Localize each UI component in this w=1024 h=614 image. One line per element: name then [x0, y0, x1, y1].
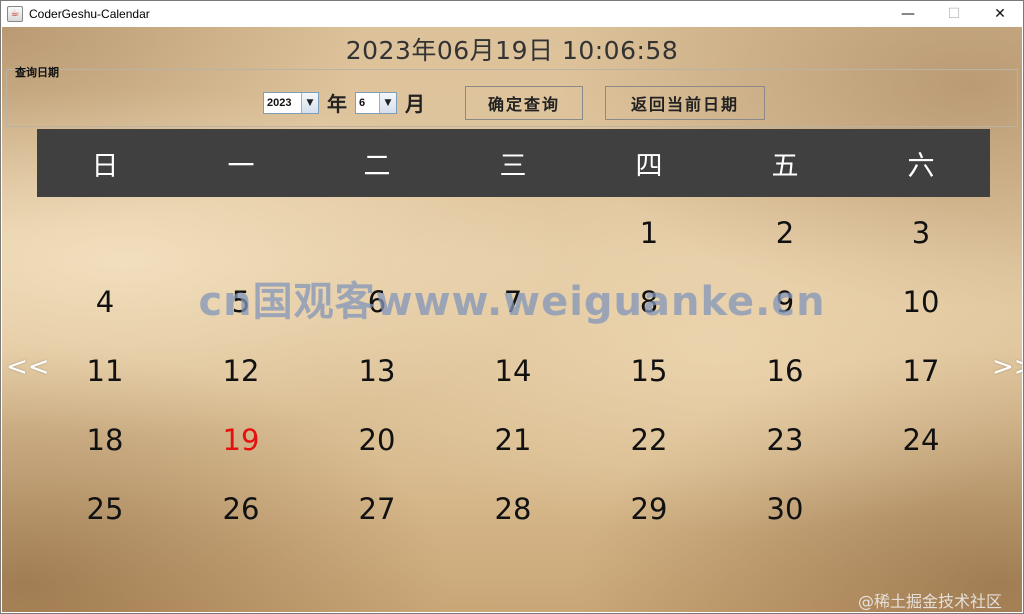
credit-watermark: @稀土掘金技术社区	[857, 592, 1002, 611]
day-cell[interactable]: 28	[445, 479, 581, 539]
day-cell[interactable]: 21	[445, 410, 581, 470]
weekday-label: 六	[907, 150, 935, 182]
year-select-value: 2023	[267, 97, 292, 109]
month-select[interactable]: 6 ▼	[355, 92, 397, 114]
day-cell[interactable]: 6	[309, 272, 445, 332]
app-window: ☕ CoderGeshu-Calendar — ☐ ✕ 2023年06月19日 …	[0, 0, 1024, 614]
month-select-value: 6	[359, 97, 366, 109]
day-cell[interactable]: 2	[717, 203, 853, 263]
query-panel-title: 查询日期	[15, 66, 59, 79]
day-cell[interactable]: 5	[173, 272, 309, 332]
day-cell[interactable]: 1	[581, 203, 717, 263]
next-month-button[interactable]: >>	[992, 352, 1023, 382]
return-today-button[interactable]: 返回当前日期	[605, 86, 765, 120]
day-cell[interactable]: 11	[37, 341, 173, 401]
day-cell[interactable]: 9	[717, 272, 853, 332]
day-cell[interactable]: 25	[37, 479, 173, 539]
weekday-label: 四	[635, 150, 663, 182]
minimize-button[interactable]: —	[885, 1, 931, 27]
day-cell[interactable]: 26	[173, 479, 309, 539]
year-select[interactable]: 2023 ▼	[263, 92, 319, 114]
weekday-label: 五	[771, 150, 799, 182]
day-cell[interactable]: 22	[581, 410, 717, 470]
window-controls: — ☐ ✕	[885, 1, 1023, 27]
query-controls: 2023 ▼ 年 6 ▼ 月 确定查询 返回当前日期	[7, 86, 1017, 120]
day-cell[interactable]: 7	[445, 272, 581, 332]
prev-month-button[interactable]: <<	[6, 352, 50, 382]
maximize-button[interactable]: ☐	[931, 1, 977, 27]
day-cell[interactable]: 29	[581, 479, 717, 539]
title-bar[interactable]: ☕ CoderGeshu-Calendar — ☐ ✕	[1, 1, 1023, 27]
day-cell[interactable]: 16	[717, 341, 853, 401]
day-cell[interactable]: 23	[717, 410, 853, 470]
current-datetime: 2023年06月19日 10:06:58	[345, 36, 679, 65]
day-cell-today[interactable]: 19	[173, 410, 309, 470]
day-cell[interactable]: 14	[445, 341, 581, 401]
day-cell[interactable]: 10	[853, 272, 989, 332]
close-button[interactable]: ✕	[977, 1, 1023, 27]
month-unit-label: 月	[405, 92, 425, 116]
day-cell[interactable]: 3	[853, 203, 989, 263]
day-cell[interactable]: 12	[173, 341, 309, 401]
confirm-query-button[interactable]: 确定查询	[465, 86, 583, 120]
day-cell[interactable]: 24	[853, 410, 989, 470]
java-icon: ☕	[7, 6, 23, 22]
weekday-label: 二	[363, 150, 391, 182]
chevron-down-icon[interactable]: ▼	[379, 93, 396, 113]
window-title: CoderGeshu-Calendar	[29, 7, 150, 21]
day-cell[interactable]: 15	[581, 341, 717, 401]
day-cell[interactable]: 8	[581, 272, 717, 332]
day-cell[interactable]: 4	[37, 272, 173, 332]
chevron-down-icon[interactable]: ▼	[301, 93, 318, 113]
calendar-content: 2023年06月19日 10:06:58 查询日期 2023 ▼ 年 6 ▼ 月…	[2, 27, 1023, 612]
year-unit-label: 年	[327, 92, 347, 116]
day-cell[interactable]: 17	[853, 341, 989, 401]
weekday-label: 一	[227, 150, 255, 182]
day-cell[interactable]: 20	[309, 410, 445, 470]
weekday-label: 三	[499, 150, 527, 182]
weekday-label: 日	[91, 150, 119, 182]
day-cell[interactable]: 18	[37, 410, 173, 470]
day-cell[interactable]: 13	[309, 341, 445, 401]
query-date-panel: 查询日期 2023 ▼ 年 6 ▼ 月 确定查询 返回当前日期	[6, 66, 1018, 127]
day-cell[interactable]: 30	[717, 479, 853, 539]
weekday-header: 日一二三四五六	[37, 129, 990, 197]
day-cell[interactable]: 27	[309, 479, 445, 539]
